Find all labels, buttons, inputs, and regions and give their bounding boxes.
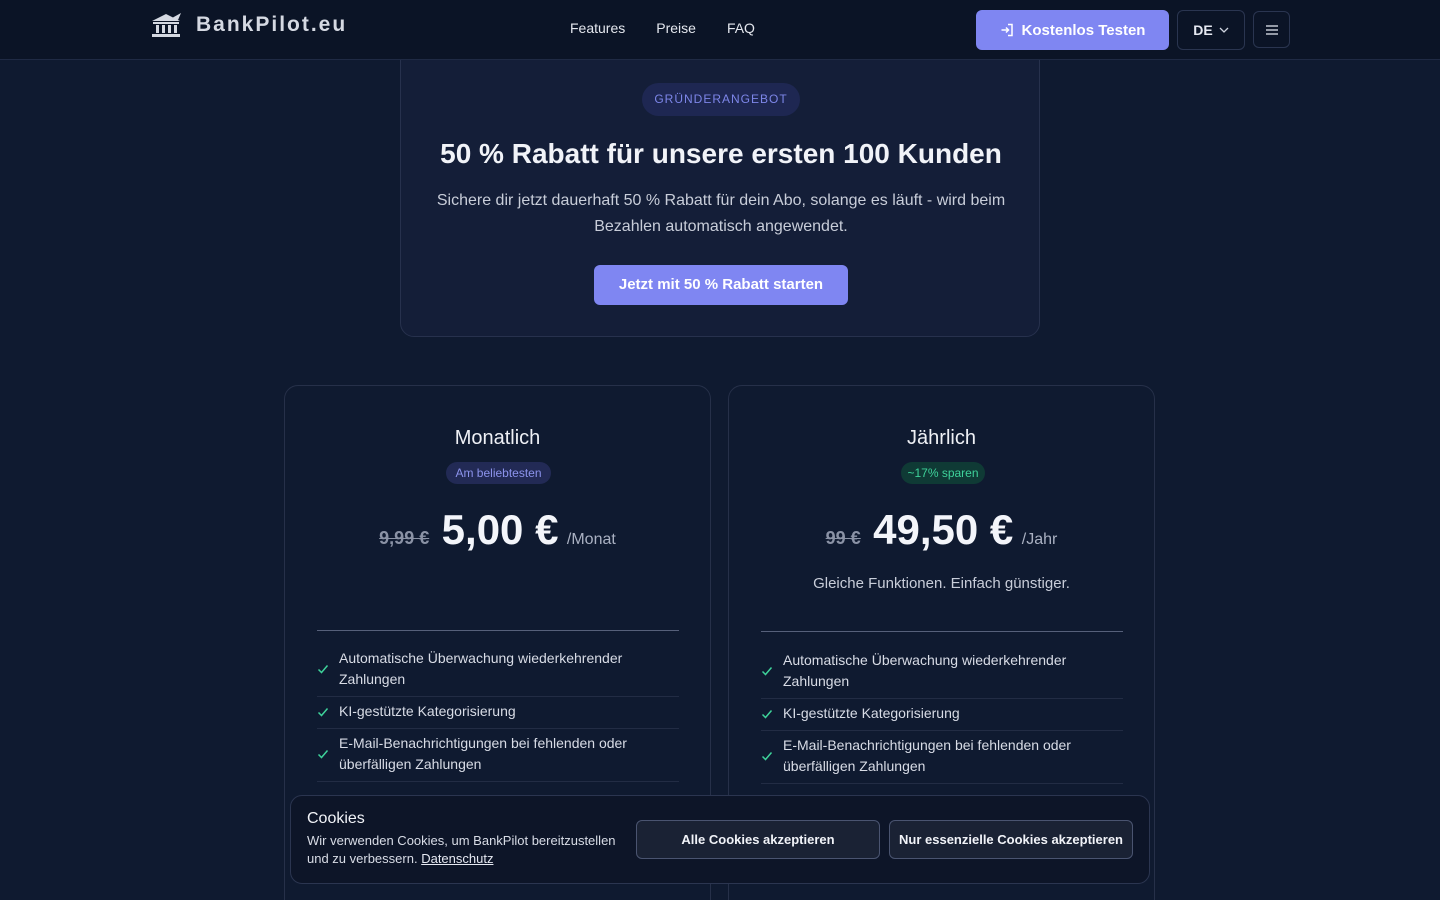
plan-subtitle: Gleiche Funktionen. Einfach günstiger. — [813, 575, 1070, 592]
divider — [761, 631, 1123, 632]
menu-button[interactable] — [1253, 11, 1290, 48]
brand-logo[interactable]: BankPilot.eu — [150, 12, 347, 38]
price-row: 9,99 € 5,00 € /Monat — [285, 506, 710, 554]
free-trial-button[interactable]: Kostenlos Testen — [976, 10, 1169, 50]
plan-badge: Am beliebtesten — [446, 462, 551, 484]
check-icon — [761, 709, 773, 719]
check-icon — [761, 752, 773, 761]
feature-text: Automatische Überwachung wiederkehrender… — [783, 652, 1067, 689]
feature-text: KI-gestützte Kategorisierung — [339, 703, 516, 719]
feature-text: Automatische Überwachung wiederkehrender… — [339, 650, 623, 687]
feature-item: E-Mail-Benachrichtigungen bei fehlenden … — [317, 729, 679, 782]
nav-link-preise[interactable]: Preise — [656, 20, 696, 36]
cookie-text: Wir verwenden Cookies, um BankPilot bere… — [307, 832, 617, 868]
privacy-link[interactable]: Datenschutz — [421, 851, 493, 866]
check-icon — [317, 707, 329, 717]
billing-period: /Monat — [566, 531, 616, 548]
billing-period: /Jahr — [1021, 531, 1058, 548]
old-price: 9,99 € — [379, 528, 430, 548]
cookie-banner: Cookies Wir verwenden Cookies, um BankPi… — [290, 795, 1150, 884]
feature-text: KI-gestützte Kategorisierung — [783, 705, 960, 721]
login-arrow-icon — [1001, 23, 1013, 37]
cookie-title: Cookies — [307, 810, 365, 827]
feature-item: KI-gestützte Kategorisierung — [761, 699, 1123, 731]
feature-list: Automatische Überwachung wiederkehrender… — [317, 644, 679, 782]
plan-title: Jährlich — [907, 427, 976, 449]
accept-all-cookies-button[interactable]: Alle Cookies akzeptieren — [636, 820, 880, 859]
site-header: BankPilot.eu Features Preise FAQ Kostenl… — [0, 0, 1440, 60]
divider — [317, 630, 679, 631]
free-trial-label: Kostenlos Testen — [1021, 21, 1146, 39]
main-nav: Features Preise FAQ — [570, 20, 755, 36]
language-selector[interactable]: DE — [1177, 10, 1245, 50]
offer-description: Sichere dir jetzt dauerhaft 50 % Rabatt … — [436, 192, 1006, 235]
bank-building-icon — [152, 13, 181, 37]
offer-badge: GRÜNDERANGEBOT — [642, 83, 800, 116]
check-icon — [317, 750, 329, 759]
offer-title: 50 % Rabatt für unsere ersten 100 Kunden — [440, 138, 1002, 169]
price-row: 99 € 49,50 € /Jahr — [729, 506, 1154, 554]
founder-offer-card: GRÜNDERANGEBOT 50 % Rabatt für unsere er… — [400, 40, 1040, 337]
language-label: DE — [1193, 22, 1213, 38]
feature-text: E-Mail-Benachrichtigungen bei fehlenden … — [783, 737, 1071, 774]
plan-title: Monatlich — [454, 427, 541, 449]
plan-badge: ~17% sparen — [901, 462, 985, 484]
nav-link-features[interactable]: Features — [570, 20, 625, 36]
feature-list: Automatische Überwachung wiederkehrender… — [761, 646, 1123, 784]
offer-start-button[interactable]: Jetzt mit 50 % Rabatt starten — [594, 265, 848, 305]
accept-essential-cookies-button[interactable]: Nur essenzielle Cookies akzeptieren — [889, 820, 1133, 859]
current-price: 5,00 € — [441, 506, 559, 553]
feature-item: E-Mail-Benachrichtigungen bei fehlenden … — [761, 731, 1123, 784]
feature-item: KI-gestützte Kategorisierung — [317, 697, 679, 729]
old-price: 99 € — [825, 528, 861, 548]
current-price: 49,50 € — [873, 506, 1014, 553]
check-icon — [761, 667, 773, 676]
hamburger-menu-icon — [1265, 24, 1278, 35]
nav-link-faq[interactable]: FAQ — [727, 20, 755, 36]
feature-item: Automatische Überwachung wiederkehrender… — [317, 644, 679, 697]
chevron-down-icon — [1219, 27, 1229, 33]
feature-item: Automatische Überwachung wiederkehrender… — [761, 646, 1123, 699]
check-icon — [317, 665, 329, 674]
brand-name: BankPilot.eu — [196, 13, 348, 36]
feature-text: E-Mail-Benachrichtigungen bei fehlenden … — [339, 735, 627, 772]
